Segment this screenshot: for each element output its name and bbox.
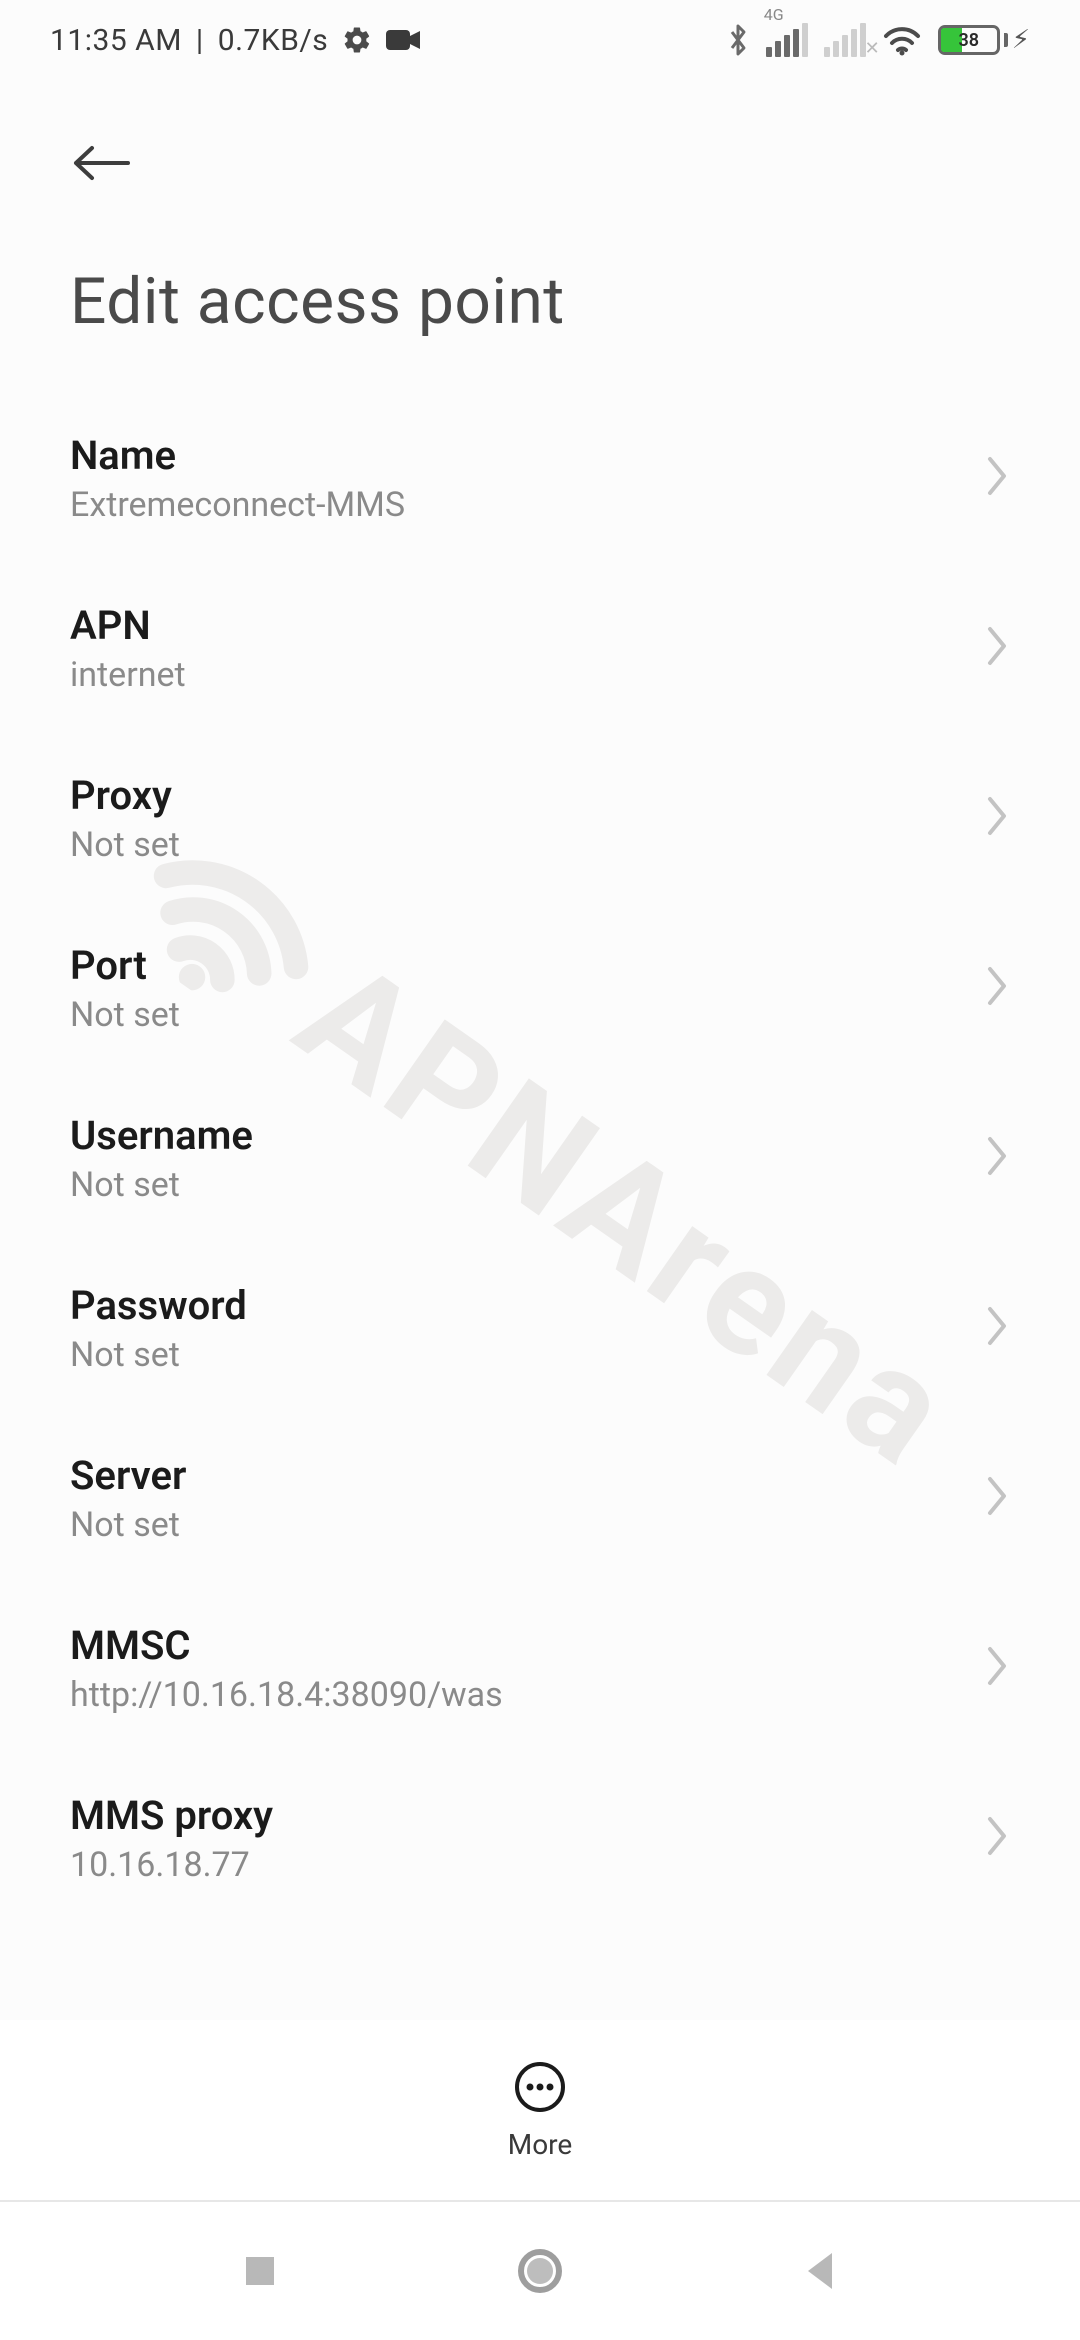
system-nav-bar [0, 2200, 1080, 2340]
chevron-right-icon [984, 1645, 1010, 1691]
row-value: Not set [70, 825, 180, 865]
row-label: Name [70, 432, 405, 479]
row-server[interactable]: Server Not set [0, 1413, 1080, 1583]
more-label: More [508, 2128, 573, 2161]
signal-primary-icon: 4G [766, 23, 808, 57]
status-time: 11:35 AM [50, 23, 182, 58]
row-label: APN [70, 602, 186, 649]
row-label: MMS proxy [70, 1792, 273, 1839]
square-icon [240, 2251, 280, 2291]
more-button[interactable]: More [508, 2060, 573, 2161]
row-value: Not set [70, 1165, 253, 1205]
row-mms-proxy[interactable]: MMS proxy 10.16.18.77 [0, 1753, 1080, 1923]
status-separator: | [196, 23, 204, 58]
chevron-right-icon [984, 1475, 1010, 1521]
chevron-right-icon [984, 1135, 1010, 1181]
back-button[interactable] [70, 128, 140, 198]
wifi-icon [882, 24, 922, 56]
status-net-speed: 0.7KB/s [218, 23, 329, 58]
row-value: Not set [70, 1335, 247, 1375]
row-value: Extremeconnect-MMS [70, 485, 405, 525]
circle-icon [516, 2247, 564, 2295]
camera-icon [386, 28, 420, 52]
nav-back-button[interactable] [780, 2231, 860, 2311]
chevron-right-icon [984, 1815, 1010, 1861]
chevron-right-icon [984, 455, 1010, 501]
signal-secondary-icon: ✕ [824, 23, 866, 57]
battery-indicator: 38 ⚡︎ [938, 25, 1030, 55]
triangle-left-icon [800, 2249, 840, 2293]
chevron-right-icon [984, 795, 1010, 841]
row-value: 10.16.18.77 [70, 1845, 273, 1885]
row-value: internet [70, 655, 186, 695]
page-title: Edit access point [0, 208, 1080, 357]
row-label: Password [70, 1282, 247, 1329]
row-value: Not set [70, 995, 180, 1035]
status-bar: 11:35 AM | 0.7KB/s 4G ✕ 38 ⚡︎ [0, 0, 1080, 80]
battery-percent: 38 [941, 30, 997, 51]
chevron-right-icon [984, 965, 1010, 1011]
chevron-right-icon [984, 1305, 1010, 1351]
row-mmsc[interactable]: MMSC http://10.16.18.4:38090/was [0, 1583, 1080, 1753]
more-icon [513, 2060, 567, 2118]
bottom-action-bar: More [0, 2020, 1080, 2200]
bluetooth-icon [726, 22, 750, 58]
row-name[interactable]: Name Extremeconnect-MMS [0, 393, 1080, 563]
settings-list: Name Extremeconnect-MMS APN internet Pro… [0, 357, 1080, 2305]
row-proxy[interactable]: Proxy Not set [0, 733, 1080, 903]
row-label: Proxy [70, 772, 180, 819]
row-label: Port [70, 942, 180, 989]
nav-home-button[interactable] [500, 2231, 580, 2311]
charging-icon: ⚡︎ [1012, 25, 1030, 55]
row-label: Username [70, 1112, 253, 1159]
row-label: MMSC [70, 1622, 503, 1669]
row-label: Server [70, 1452, 186, 1499]
row-username[interactable]: Username Not set [0, 1073, 1080, 1243]
row-value: http://10.16.18.4:38090/was [70, 1675, 503, 1715]
nav-recent-button[interactable] [220, 2231, 300, 2311]
header [0, 80, 1080, 208]
row-password[interactable]: Password Not set [0, 1243, 1080, 1413]
row-value: Not set [70, 1505, 186, 1545]
row-apn[interactable]: APN internet [0, 563, 1080, 733]
row-port[interactable]: Port Not set [0, 903, 1080, 1073]
gear-icon [342, 25, 372, 55]
signal-4g-label: 4G [764, 5, 784, 24]
chevron-right-icon [984, 625, 1010, 671]
arrow-left-icon [70, 142, 132, 184]
